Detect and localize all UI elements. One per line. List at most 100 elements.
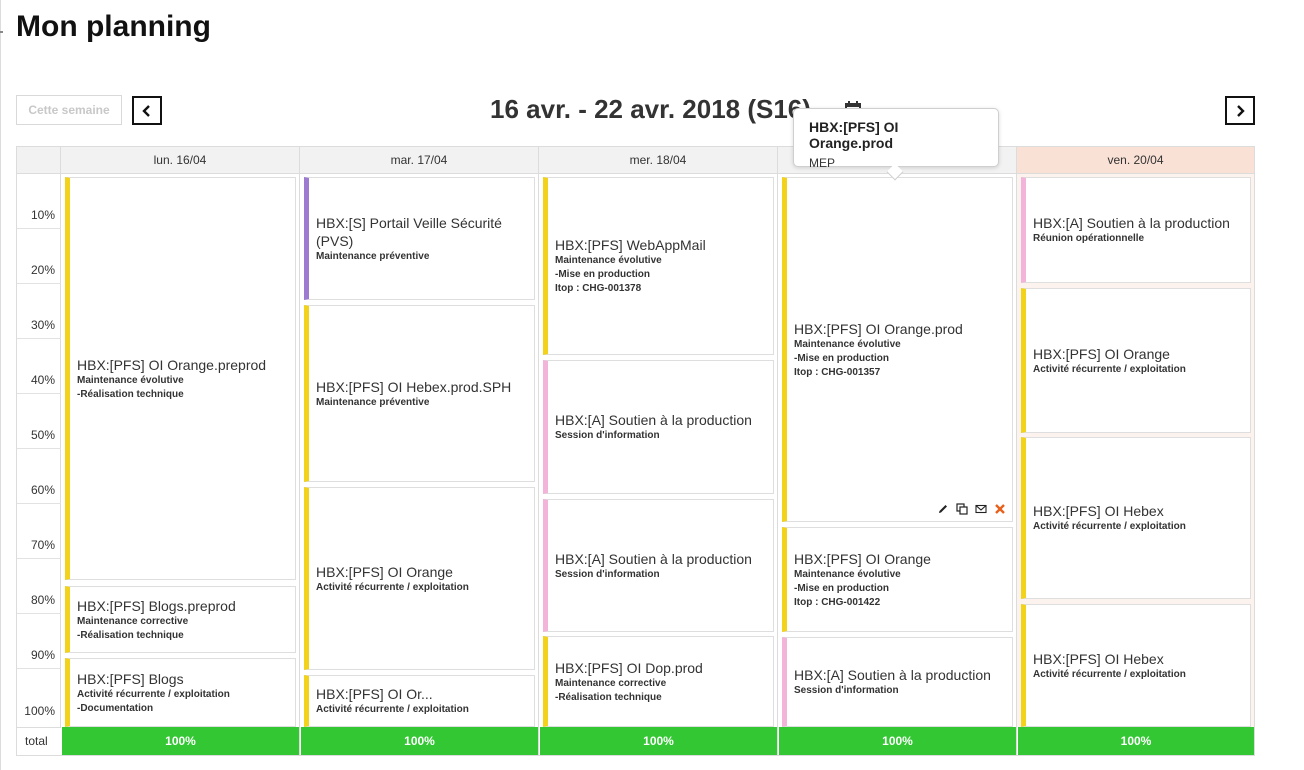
- event-detail: Activité récurrente / exploitation: [1033, 668, 1186, 680]
- percent-label: 10%: [30, 208, 55, 222]
- event-detail: -Mise en production: [794, 352, 889, 364]
- event-title: HBX:[PFS] OI Dop.prod: [555, 659, 703, 676]
- percent-row: 60%: [17, 449, 61, 504]
- day-body: HBX:[PFS] OI Orange.preprod Maintenance …: [61, 174, 299, 727]
- event-detail: Maintenance préventive: [316, 250, 430, 262]
- day-column-friday: ven. 20/04 HBX:[A] Soutien à la producti…: [1017, 147, 1254, 755]
- event-card[interactable]: HBX:[A] Soutien à la production Session …: [543, 499, 774, 632]
- day-column-wednesday: mer. 18/04 HBX:[PFS] WebAppMail Maintena…: [539, 147, 778, 755]
- event-detail: -Réalisation technique: [77, 388, 184, 400]
- event-detail: Maintenance préventive: [316, 396, 430, 408]
- event-detail: Activité récurrente / exploitation: [316, 581, 469, 593]
- event-card[interactable]: HBX:[PFS] OI Orange Activité récurrente …: [304, 487, 535, 670]
- this-week-button[interactable]: Cette semaine: [16, 95, 122, 125]
- event-card[interactable]: HBX:[A] Soutien à la production Session …: [543, 360, 774, 494]
- event-detail: Itop : CHG-001357: [794, 366, 881, 378]
- percent-label: 40%: [30, 373, 55, 387]
- event-title: HBX:[PFS] OI Or...: [316, 686, 433, 702]
- day-header[interactable]: ven. 20/04: [1017, 147, 1254, 174]
- chevron-right-icon: [1237, 104, 1245, 117]
- day-body: HBX:[PFS] WebAppMail Maintenance évoluti…: [539, 174, 777, 727]
- event-title: HBX:[PFS] OI Orange: [794, 550, 931, 567]
- event-title: HBX:[PFS] OI Hebex.prod.SPH: [316, 378, 512, 395]
- event-card[interactable]: HBX:[PFS] OI Orange.prod Maintenance évo…: [782, 177, 1013, 522]
- page-left-border: [0, 0, 1, 770]
- day-total: 100%: [61, 727, 299, 755]
- event-title: HBX:[PFS] OI Orange.prod: [794, 320, 963, 337]
- gutter-header: [17, 147, 61, 174]
- event-card[interactable]: HBX:[PFS] WebAppMail Maintenance évoluti…: [543, 177, 774, 355]
- event-title: HBX:[S] Portail Veille Sécurité (PVS): [316, 214, 502, 249]
- percent-row: 80%: [17, 559, 61, 614]
- previous-week-button[interactable]: [132, 96, 162, 125]
- event-title: HBX:[A] Soutien à la production: [1033, 215, 1230, 231]
- day-total: 100%: [778, 727, 1016, 755]
- tooltip-title: HBX:[PFS] OI Orange.prod: [809, 119, 899, 151]
- total-label: total: [17, 727, 61, 755]
- day-body: HBX:[PFS] OI Orange.prod Maintenance évo…: [778, 174, 1016, 727]
- event-title: HBX:[PFS] OI Orange: [1033, 345, 1170, 362]
- day-column-thursday: jeu. 19/04 HBX:[PFS] OI Orange.prod Main…: [778, 147, 1017, 755]
- event-detail: Itop : CHG-001422: [794, 596, 881, 608]
- event-title: HBX:[A] Soutien à la production: [555, 412, 752, 428]
- event-card[interactable]: HBX:[A] Soutien à la production Réunion …: [1021, 177, 1251, 283]
- event-detail: Maintenance corrective: [77, 615, 189, 627]
- day-column-tuesday: mar. 17/04 HBX:[S] Portail Veille Sécuri…: [300, 147, 539, 755]
- event-detail: Réunion opérationnelle: [1033, 233, 1145, 244]
- event-card[interactable]: HBX:[PFS] OI Orange Activité récurrente …: [1021, 288, 1251, 433]
- event-detail: Itop : CHG-001378: [555, 283, 642, 294]
- page-title: Mon planning: [16, 10, 211, 43]
- day-column-monday: lun. 16/04 HBX:[PFS] OI Orange.preprod M…: [61, 147, 300, 755]
- percent-row: 20%: [17, 229, 61, 284]
- event-card[interactable]: HBX:[PFS] OI Or... Activité récurrente /…: [304, 675, 535, 727]
- day-header[interactable]: lun. 16/04: [61, 147, 299, 174]
- percent-row: 70%: [17, 504, 61, 559]
- next-week-button[interactable]: [1225, 96, 1255, 125]
- percent-row: 50%: [17, 394, 61, 449]
- edit-icon[interactable]: [936, 502, 949, 515]
- percent-label: 90%: [30, 648, 55, 662]
- event-card[interactable]: HBX:[PFS] Blogs.preprod Maintenance corr…: [65, 586, 296, 653]
- event-card[interactable]: HBX:[A] Soutien à la production Session …: [782, 637, 1013, 727]
- event-detail: Session d'information: [555, 430, 660, 441]
- percent-row: 10%: [17, 174, 61, 229]
- percent-label: 70%: [30, 538, 55, 552]
- percent-row: 40%: [17, 339, 61, 394]
- event-title: HBX:[PFS] OI Orange.preprod: [77, 356, 267, 373]
- percent-label: 80%: [30, 593, 55, 607]
- event-detail: Activité récurrente / exploitation: [1033, 521, 1186, 532]
- percent-row: 30%: [17, 284, 61, 339]
- event-card[interactable]: HBX:[PFS] Blogs Activité récurrente / ex…: [65, 658, 296, 727]
- event-detail: Session d'information: [794, 685, 899, 696]
- day-body: HBX:[S] Portail Veille Sécurité (PVS) Ma…: [300, 174, 538, 727]
- event-detail: Activité récurrente / exploitation: [77, 688, 230, 700]
- event-card[interactable]: HBX:[PFS] OI Hebex.prod.SPH Maintenance …: [304, 305, 535, 482]
- event-detail: -Documentation: [77, 702, 154, 714]
- event-card[interactable]: HBX:[PFS] OI Dop.prod Maintenance correc…: [543, 636, 774, 727]
- week-title: 16 avr. - 22 avr. 2018 (S16): [490, 94, 811, 124]
- event-detail: Maintenance évolutive: [794, 338, 901, 350]
- event-card[interactable]: HBX:[S] Portail Veille Sécurité (PVS) Ma…: [304, 177, 535, 300]
- day-header[interactable]: mar. 17/04: [300, 147, 538, 174]
- event-title: HBX:[A] Soutien à la production: [794, 667, 991, 683]
- chevron-left-icon: [142, 104, 150, 117]
- event-card[interactable]: HBX:[PFS] OI Orange Maintenance évolutiv…: [782, 527, 1013, 632]
- event-title: HBX:[PFS] WebAppMail: [555, 237, 706, 253]
- event-title: HBX:[A] Soutien à la production: [555, 550, 752, 567]
- event-actions: [936, 502, 1006, 515]
- day-header[interactable]: mer. 18/04: [539, 147, 777, 174]
- event-card[interactable]: HBX:[PFS] OI Orange.preprod Maintenance …: [65, 177, 296, 580]
- delete-icon[interactable]: [993, 502, 1006, 515]
- event-detail: -Mise en production: [555, 269, 650, 280]
- event-detail: Session d'information: [555, 568, 660, 580]
- event-card[interactable]: HBX:[PFS] OI Hebex Activité récurrente /…: [1021, 604, 1251, 727]
- percent-label: 50%: [30, 428, 55, 442]
- event-title: HBX:[PFS] OI Hebex: [1033, 650, 1164, 667]
- percent-label: 100%: [24, 704, 55, 718]
- copy-icon[interactable]: [955, 502, 968, 515]
- event-detail: Maintenance corrective: [555, 677, 667, 689]
- event-card[interactable]: HBX:[PFS] OI Hebex Activité récurrente /…: [1021, 437, 1251, 599]
- mail-icon[interactable]: [974, 502, 987, 515]
- event-detail: Activité récurrente / exploitation: [1033, 363, 1186, 375]
- percent-gutter: 10% 20% 30% 40% 50% 60% 70% 80% 90% 100%: [17, 174, 61, 727]
